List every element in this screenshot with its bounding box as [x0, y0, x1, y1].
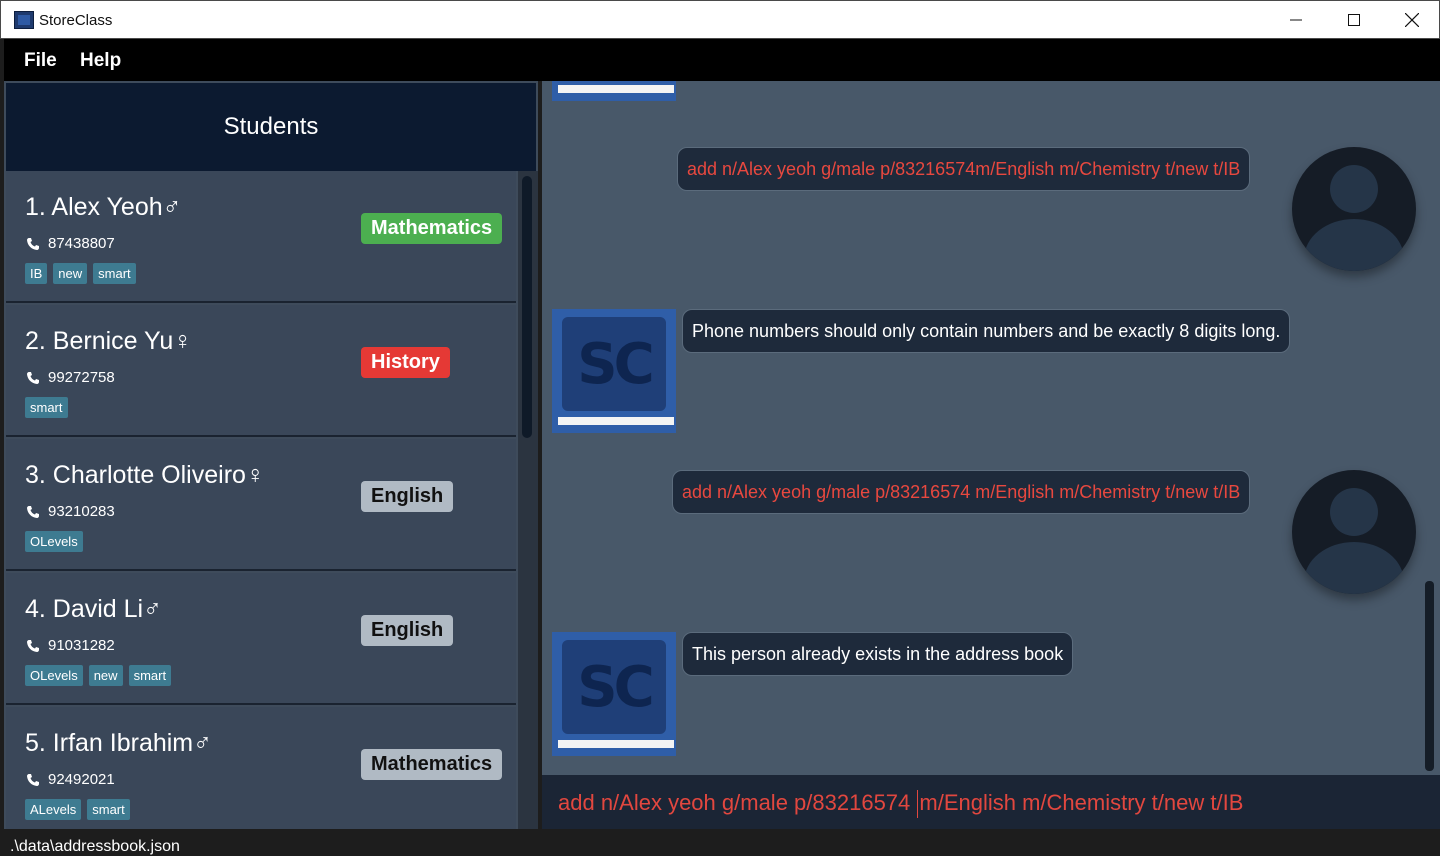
- student-card[interactable]: 4. David Li♂ 91031282 OLevels new smart …: [6, 573, 516, 705]
- user-message: add n/Alex yeoh g/male p/83216574m/Engli…: [677, 147, 1251, 191]
- status-bar: .\data\addressbook.json: [0, 829, 1440, 856]
- user-avatar: [1292, 470, 1416, 594]
- student-card[interactable]: 2. Bernice Yu♀ 99272758 smart History: [6, 305, 516, 437]
- phone-icon: [27, 238, 39, 250]
- bot-avatar: [552, 81, 676, 101]
- student-card[interactable]: 1. Alex Yeoh♂ 87438807 IB new smart Math…: [6, 171, 516, 303]
- tag: smart: [87, 799, 130, 820]
- subject-badge: Mathematics: [361, 749, 503, 780]
- app-icon: [14, 11, 34, 29]
- user-message: add n/Alex yeoh g/male p/83216574 m/Engl…: [672, 470, 1251, 514]
- chat-scrollbar[interactable]: [1425, 581, 1434, 771]
- window-title: StoreClass: [39, 12, 113, 29]
- tag: smart: [93, 263, 136, 284]
- tag-list: OLevels: [25, 531, 83, 552]
- minimize-icon: [1290, 19, 1302, 21]
- maximize-icon: [1348, 14, 1360, 26]
- phone-icon: [27, 506, 39, 518]
- tag: smart: [128, 665, 172, 686]
- maximize-button[interactable]: [1325, 1, 1383, 39]
- bot-avatar-label: SC: [577, 654, 654, 720]
- students-title: Students: [223, 113, 319, 140]
- tag-list: smart: [25, 397, 68, 418]
- data-file-path: .\data\addressbook.json: [10, 838, 180, 855]
- student-name: 3. Charlotte Oliveiro♀: [25, 461, 265, 489]
- tag-list: ALevels smart: [25, 799, 130, 820]
- phone-icon: [27, 372, 39, 384]
- student-card[interactable]: 3. Charlotte Oliveiro♀ 93210283 OLevels …: [6, 439, 516, 571]
- student-phone: 92492021: [48, 771, 115, 788]
- student-name: 4. David Li♂: [25, 595, 162, 623]
- tag: smart: [25, 397, 68, 418]
- chat-panel: add n/Alex yeoh g/male p/83216574m/Engli…: [542, 81, 1440, 775]
- command-box[interactable]: add n/Alex yeoh g/male p/83216574 m/Engl…: [542, 775, 1440, 829]
- user-avatar: [1292, 147, 1416, 271]
- tag: ALevels: [25, 799, 82, 820]
- menu-bar: File Help: [4, 39, 1440, 81]
- student-phone: 87438807: [48, 235, 115, 252]
- student-list[interactable]: 1. Alex Yeoh♂ 87438807 IB new smart Math…: [6, 171, 538, 829]
- tag-list: IB new smart: [25, 263, 136, 284]
- tag: new: [53, 263, 88, 284]
- tag: IB: [25, 263, 48, 284]
- bot-avatar: SC: [552, 632, 676, 756]
- student-name: 5. Irfan Ibrahim♂: [25, 729, 212, 757]
- title-bar: StoreClass: [0, 0, 1440, 39]
- menu-help[interactable]: Help: [80, 50, 121, 72]
- subject-badge: History: [361, 347, 450, 378]
- command-input[interactable]: add n/Alex yeoh g/male p/83216574 m/Engl…: [558, 790, 1244, 819]
- students-header: Students: [6, 83, 536, 171]
- bot-message: This person already exists in the addres…: [682, 632, 1074, 676]
- bot-avatar: SC: [552, 309, 676, 433]
- subject-badge: English: [361, 615, 454, 646]
- menu-file[interactable]: File: [24, 50, 57, 72]
- close-button[interactable]: [1383, 1, 1440, 39]
- bot-avatar-label: SC: [577, 331, 654, 397]
- students-panel: Students 1. Alex Yeoh♂ 87438807 IB new s…: [4, 81, 538, 829]
- student-name: 2. Bernice Yu♀: [25, 327, 193, 355]
- tag: new: [88, 665, 123, 686]
- close-icon: [1405, 13, 1419, 27]
- student-name: 1. Alex Yeoh♂: [25, 193, 182, 221]
- tag: OLevels: [25, 665, 83, 686]
- minimize-button[interactable]: [1267, 1, 1325, 39]
- command-text-before-caret: add n/Alex yeoh g/male p/83216574: [558, 790, 917, 815]
- tag: OLevels: [25, 531, 83, 552]
- student-card[interactable]: 5. Irfan Ibrahim♂ 92492021 ALevels smart…: [6, 707, 516, 829]
- subject-badge: Mathematics: [361, 213, 503, 244]
- student-phone: 91031282: [48, 637, 115, 654]
- command-text-after-caret: m/English m/Chemistry t/new t/IB: [919, 790, 1244, 815]
- student-phone: 99272758: [48, 369, 115, 386]
- tag-list: OLevels new smart: [25, 665, 172, 686]
- bot-message: Phone numbers should only contain number…: [682, 309, 1291, 353]
- phone-icon: [27, 640, 39, 652]
- phone-icon: [27, 774, 39, 786]
- subject-badge: English: [361, 481, 454, 512]
- student-phone: 93210283: [48, 503, 115, 520]
- student-list-scroll-thumb[interactable]: [522, 176, 532, 438]
